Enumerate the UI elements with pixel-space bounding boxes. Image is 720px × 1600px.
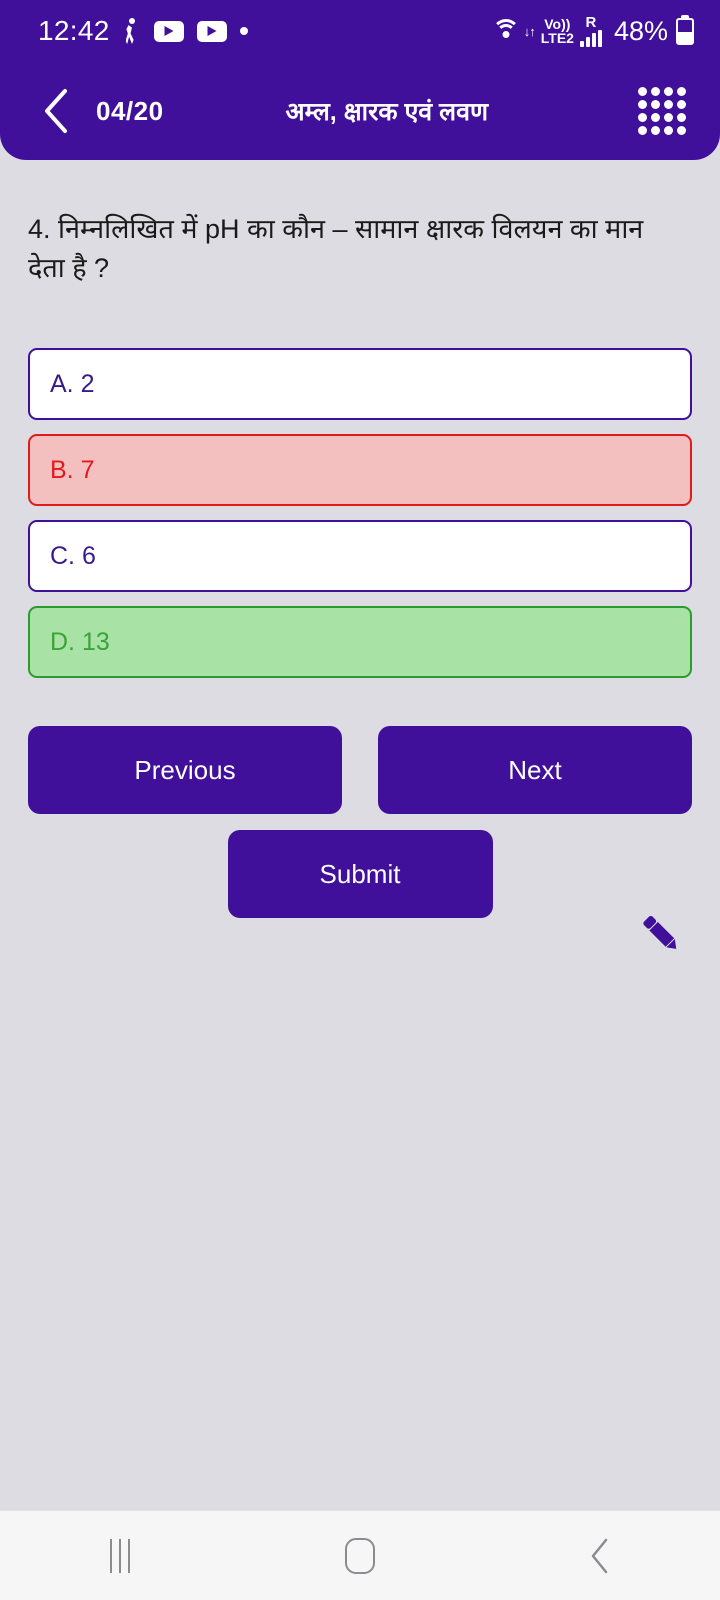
status-bar-left: 12:42 [38, 15, 248, 47]
next-button[interactable]: Next [378, 726, 692, 815]
grid-dot [651, 113, 660, 122]
back-icon [591, 1538, 608, 1573]
pencil-icon [643, 915, 677, 949]
wifi-transfer-arrows-icon: ↓↑ [523, 23, 536, 39]
page-title: अम्ल, क्षारक एवं लवण [285, 98, 489, 126]
roaming-signal-icon: R [579, 14, 602, 47]
battery-percent-label: 48% [613, 15, 668, 46]
walking-icon [123, 18, 141, 44]
battery-icon [676, 17, 694, 45]
question-text: 4. निम्नलिखित में pH का कौन – सामान क्षा… [28, 214, 644, 284]
signal-bars-icon [579, 30, 602, 47]
dot-icon [239, 27, 248, 35]
status-bar-right: ↓↑ Vo)) LTE2 R 48% [491, 15, 694, 47]
grid-dot [638, 113, 647, 122]
grid-dot [677, 100, 686, 109]
grid-dot [664, 100, 673, 109]
submit-row: Submit [28, 830, 692, 919]
options-list: A. 2 B. 7 C. 6 D. 13 [28, 348, 692, 679]
status-bar: 12:42 ↓↑ Vo)) LTE2 R 48% [0, 0, 720, 62]
recents-button[interactable] [75, 1526, 165, 1586]
option-d[interactable]: D. 13 [28, 606, 692, 679]
grid-dot [677, 113, 686, 122]
grid-dot [651, 87, 660, 96]
option-a[interactable]: A. 2 [28, 348, 692, 421]
grid-dot [677, 87, 686, 96]
volte-icon: Vo)) LTE2 [541, 17, 574, 45]
navigation-buttons: Previous Next [28, 726, 692, 815]
quiz-content: 4. निम्नलिखित में pH का कौन – सामान क्षा… [0, 160, 720, 1510]
home-button[interactable] [315, 1526, 405, 1586]
volte-label-top: Vo)) [544, 16, 571, 32]
grid-dot [651, 100, 660, 109]
edit-pencil-button[interactable] [634, 908, 686, 960]
back-chevron-icon [45, 89, 67, 133]
roaming-label: R [585, 14, 597, 31]
option-b[interactable]: B. 7 [28, 434, 692, 507]
back-button[interactable] [30, 85, 82, 137]
option-c[interactable]: C. 6 [28, 520, 692, 593]
previous-button[interactable]: Previous [28, 726, 342, 815]
grid-dot [651, 126, 660, 135]
system-navigation-bar [0, 1510, 720, 1600]
grid-dot [677, 126, 686, 135]
grid-menu-button[interactable] [634, 83, 690, 139]
wifi-icon [491, 18, 521, 44]
grid-dot [664, 113, 673, 122]
submit-button[interactable]: Submit [227, 830, 493, 919]
youtube-icon [153, 20, 184, 42]
system-back-button[interactable] [555, 1526, 645, 1586]
grid-dot [638, 126, 647, 135]
home-icon [345, 1537, 375, 1574]
grid-dot [664, 87, 673, 96]
volte-label-bottom: LTE2 [540, 30, 574, 46]
header-row: 04/20 अम्ल, क्षारक एवं लवण [0, 62, 720, 160]
grid-dot [664, 126, 673, 135]
grid-dot [638, 87, 647, 96]
status-time: 12:42 [38, 15, 110, 46]
grid-dot [638, 100, 647, 109]
youtube-icon [196, 20, 227, 42]
recents-icon [110, 1538, 130, 1573]
